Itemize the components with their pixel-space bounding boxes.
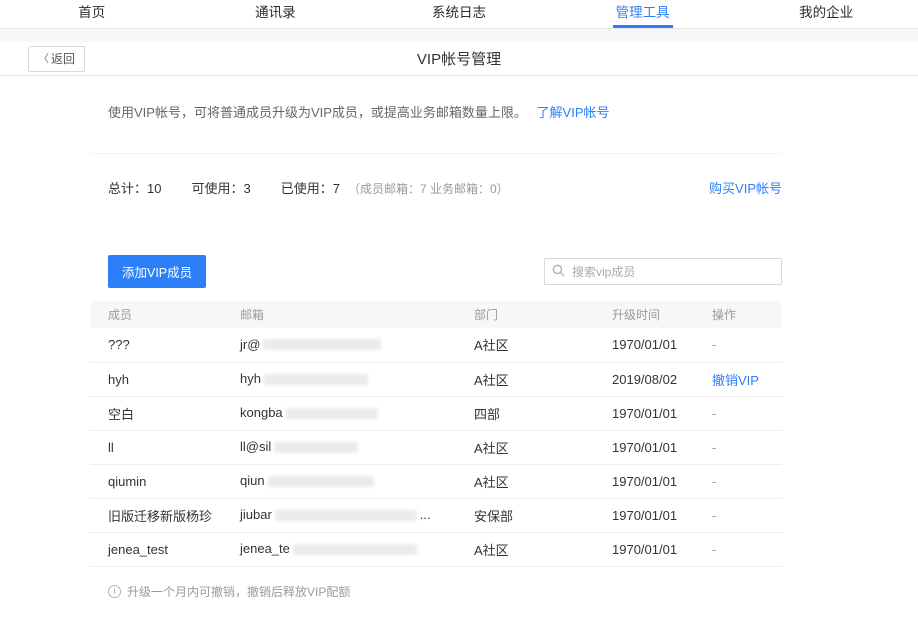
action-cell: - bbox=[712, 532, 782, 566]
back-button-label: 返回 bbox=[51, 50, 75, 67]
nav-tab-my-enterprise[interactable]: 我的企业 bbox=[734, 0, 918, 28]
page-subheader: 〈 返回 VIP帐号管理 bbox=[0, 42, 918, 76]
redacted-email bbox=[293, 544, 417, 555]
col-header-action: 操作 bbox=[712, 301, 782, 328]
action-cell: 撤销VIP bbox=[712, 362, 782, 396]
col-header-upgrade-time: 升级时间 bbox=[612, 301, 712, 328]
chevron-left-icon: 〈 bbox=[38, 50, 49, 66]
stat-total: 总计：10 bbox=[108, 178, 161, 197]
action-cell: - bbox=[712, 396, 782, 430]
intro-text: 使用VIP帐号，可将普通成员升级为VIP成员，或提高业务邮箱数量上限。 了解VI… bbox=[90, 102, 782, 121]
time-cell: 1970/01/01 bbox=[612, 498, 712, 532]
table-row: jenea_test jenea_te A社区 1970/01/01 - bbox=[90, 532, 782, 566]
email-visible: jenea_te bbox=[240, 541, 290, 556]
vip-members-table: 成员 邮箱 部门 升级时间 操作 ??? jr@ A社区 1970/01/01 … bbox=[90, 301, 782, 567]
email-visible: jr@ bbox=[240, 337, 260, 352]
email-cell: ll@sil bbox=[240, 430, 474, 464]
table-row: 空白 kongba 四部 1970/01/01 - bbox=[90, 396, 782, 430]
email-suffix: ... bbox=[420, 507, 431, 522]
email-cell: jenea_te bbox=[240, 532, 474, 566]
table-toolbar: 添加VIP成员 bbox=[90, 255, 782, 288]
email-cell: hyh bbox=[240, 362, 474, 396]
action-cell: - bbox=[712, 430, 782, 464]
nav-spacer bbox=[0, 29, 918, 42]
stat-available: 可使用：3 bbox=[191, 178, 250, 197]
action-cell: - bbox=[712, 328, 782, 362]
redacted-email bbox=[275, 510, 417, 521]
time-cell: 1970/01/01 bbox=[612, 328, 712, 362]
time-cell: 1970/01/01 bbox=[612, 532, 712, 566]
email-visible: kongba bbox=[240, 405, 283, 420]
redacted-email bbox=[264, 374, 368, 385]
email-visible: jiubar bbox=[240, 507, 272, 522]
table-row: hyh hyh A社区 2019/08/02 撤销VIP bbox=[90, 362, 782, 396]
stat-used: 已使用：7 bbox=[281, 178, 340, 197]
nav-tab-system-log[interactable]: 系统日志 bbox=[367, 0, 551, 28]
time-cell: 2019/08/02 bbox=[612, 362, 712, 396]
top-nav: 首页 通讯录 系统日志 管理工具 我的企业 bbox=[0, 0, 918, 29]
email-visible: ll@sil bbox=[240, 439, 271, 454]
learn-vip-link[interactable]: 了解VIP帐号 bbox=[537, 105, 610, 120]
member-cell: 旧版迁移新版杨珍 bbox=[90, 498, 240, 532]
nav-tab-contacts[interactable]: 通讯录 bbox=[184, 0, 368, 28]
col-header-member: 成员 bbox=[90, 301, 240, 328]
col-header-dept: 部门 bbox=[474, 301, 612, 328]
intro-description: 使用VIP帐号，可将普通成员升级为VIP成员，或提高业务邮箱数量上限。 bbox=[108, 105, 527, 120]
table-row: qiumin qiun A社区 1970/01/01 - bbox=[90, 464, 782, 498]
member-cell: hyh bbox=[90, 362, 240, 396]
dept-cell: A社区 bbox=[474, 430, 612, 464]
search-icon bbox=[552, 264, 565, 277]
main-content: 使用VIP帐号，可将普通成员升级为VIP成员，或提高业务邮箱数量上限。 了解VI… bbox=[90, 102, 782, 600]
email-cell: qiun bbox=[240, 464, 474, 498]
email-cell: kongba bbox=[240, 396, 474, 430]
stat-used-detail: （成员邮箱：7 业务邮箱：0） bbox=[348, 180, 509, 197]
redacted-email bbox=[274, 442, 358, 453]
add-vip-member-button[interactable]: 添加VIP成员 bbox=[108, 255, 206, 288]
search-input[interactable] bbox=[544, 258, 782, 285]
col-header-email: 邮箱 bbox=[240, 301, 474, 328]
redacted-email bbox=[268, 476, 374, 487]
time-cell: 1970/01/01 bbox=[612, 430, 712, 464]
back-button[interactable]: 〈 返回 bbox=[28, 46, 85, 72]
email-cell: jiubar... bbox=[240, 498, 474, 532]
dept-cell: A社区 bbox=[474, 362, 612, 396]
table-row: 旧版迁移新版杨珍 jiubar... 安保部 1970/01/01 - bbox=[90, 498, 782, 532]
member-cell: jenea_test bbox=[90, 532, 240, 566]
member-cell: ??? bbox=[90, 328, 240, 362]
dept-cell: 安保部 bbox=[474, 498, 612, 532]
email-visible: hyh bbox=[240, 371, 261, 386]
dept-cell: A社区 bbox=[474, 464, 612, 498]
redacted-email bbox=[263, 339, 381, 350]
dept-cell: A社区 bbox=[474, 532, 612, 566]
time-cell: 1970/01/01 bbox=[612, 464, 712, 498]
footer-note-text: 升级一个月内可撤销，撤销后释放VIP配额 bbox=[127, 583, 350, 600]
table-row: ll ll@sil A社区 1970/01/01 - bbox=[90, 430, 782, 464]
search-box bbox=[544, 258, 782, 285]
table-header-row: 成员 邮箱 部门 升级时间 操作 bbox=[90, 301, 782, 328]
email-visible: qiun bbox=[240, 473, 265, 488]
member-cell: qiumin bbox=[90, 464, 240, 498]
dept-cell: 四部 bbox=[474, 396, 612, 430]
footer-note: i 升级一个月内可撤销，撤销后释放VIP配额 bbox=[90, 583, 782, 600]
info-icon: i bbox=[108, 585, 121, 598]
buy-vip-link[interactable]: 购买VIP帐号 bbox=[709, 178, 782, 197]
time-cell: 1970/01/01 bbox=[612, 396, 712, 430]
nav-tab-admin-tools[interactable]: 管理工具 bbox=[551, 0, 735, 28]
action-cell: - bbox=[712, 464, 782, 498]
table-row: ??? jr@ A社区 1970/01/01 - bbox=[90, 328, 782, 362]
member-cell: 空白 bbox=[90, 396, 240, 430]
page-title: VIP帐号管理 bbox=[417, 48, 501, 69]
revoke-vip-link[interactable]: 撤销VIP bbox=[712, 373, 759, 388]
email-cell: jr@ bbox=[240, 328, 474, 362]
action-cell: - bbox=[712, 498, 782, 532]
redacted-email bbox=[286, 408, 378, 419]
quota-stats: 总计：10 可使用：3 已使用：7 （成员邮箱：7 业务邮箱：0） 购买VIP帐… bbox=[90, 153, 782, 219]
nav-tab-home[interactable]: 首页 bbox=[0, 0, 184, 28]
member-cell: ll bbox=[90, 430, 240, 464]
dept-cell: A社区 bbox=[474, 328, 612, 362]
